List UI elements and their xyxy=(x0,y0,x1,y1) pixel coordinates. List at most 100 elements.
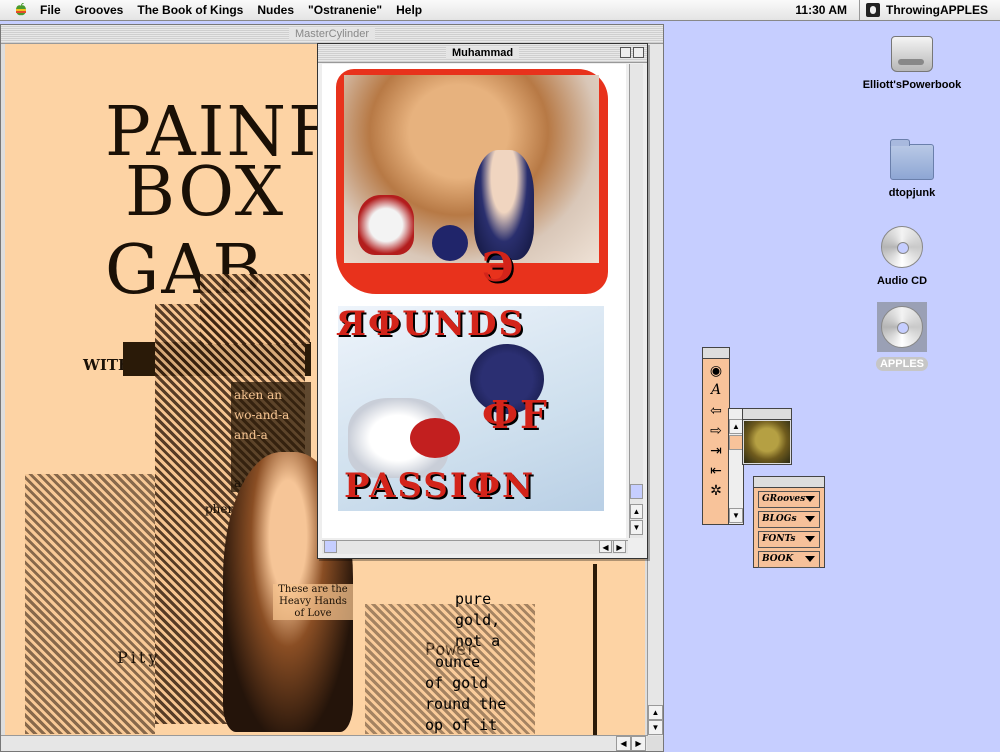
arrow-left-icon[interactable]: ⇦ xyxy=(706,401,726,419)
zoom-box-icon[interactable] xyxy=(620,47,631,58)
menu-book-of-kings[interactable]: The Book of Kings xyxy=(137,3,243,17)
folder-icon xyxy=(890,139,934,180)
scroll-thumb[interactable] xyxy=(630,484,643,499)
muhammad-horizontal-scrollbar[interactable]: ◀ ▶ xyxy=(322,540,628,554)
title-line-1: Э xyxy=(482,244,516,291)
text-tool-icon[interactable]: A xyxy=(706,381,726,399)
application-menu[interactable]: ThrowingAPPLES xyxy=(859,0,1000,20)
eye-icon[interactable]: ◉ xyxy=(706,361,726,379)
palette-scroll-down-icon[interactable]: ▼ xyxy=(729,508,743,523)
chevron-down-icon xyxy=(805,516,815,522)
muhammad-window-title: Muhammad xyxy=(445,47,520,59)
divider-line xyxy=(593,564,597,736)
poem-line-2: gold, xyxy=(455,611,501,629)
muhammad-vertical-scrollbar[interactable]: ▲ ▼ xyxy=(629,64,643,538)
h-scroll-thumb[interactable] xyxy=(324,540,337,553)
hard-drive-icon xyxy=(891,36,933,72)
icon-label: Audio CD xyxy=(876,275,928,287)
thumbnail-window xyxy=(742,408,792,465)
palette-scroll-up-icon[interactable]: ▲ xyxy=(729,419,743,434)
muhammad-scroll-up-icon[interactable]: ▲ xyxy=(630,504,643,519)
window-title-bar[interactable]: MasterCylinder xyxy=(1,25,663,44)
red-frame-panel xyxy=(336,69,608,294)
blogs-dropdown[interactable]: BLOGs xyxy=(758,511,820,528)
apple-menu-icon[interactable] xyxy=(14,3,28,17)
tool-palette: ◉ A ⇦ ⇨ ⇥ ⇤ ✲ xyxy=(702,347,730,525)
arrow-right-icon[interactable]: ⇨ xyxy=(706,421,726,439)
heavy-hands-caption: These are the Heavy Hands of Love xyxy=(273,584,353,620)
poem-line-5: of gold xyxy=(425,674,489,692)
ornament-top xyxy=(200,274,310,344)
desktop-icon-dtopjunk[interactable]: dtopjunk xyxy=(852,139,972,200)
muhammad-content: Э ЯФUNDS ФF PASSIФN xyxy=(322,64,626,538)
title-line-3: ФF xyxy=(482,392,550,437)
title-line-4: PASSIФN xyxy=(344,466,536,506)
fragment-1: aken an xyxy=(234,388,282,402)
red-glove xyxy=(358,195,414,255)
creature-face-image xyxy=(744,421,790,463)
cd-icon xyxy=(881,306,923,348)
ornament-left xyxy=(25,474,155,734)
book-dropdown-label: BOOK xyxy=(762,554,794,564)
palette-scroll-thumb[interactable] xyxy=(729,435,743,450)
fragment-2: wo-and-a xyxy=(234,408,290,422)
star-icon[interactable]: ✲ xyxy=(706,481,726,499)
chevron-down-icon xyxy=(805,496,815,502)
chevron-down-icon xyxy=(805,556,815,562)
scroll-right-arrow-icon[interactable]: ▶ xyxy=(631,736,646,751)
palette-title-bar[interactable] xyxy=(703,348,729,359)
fragment-3: and-a xyxy=(234,428,268,442)
collapse-box-icon[interactable] xyxy=(633,47,644,58)
arrow-right-end-icon[interactable]: ⇥ xyxy=(706,441,726,459)
word-pity: Pity xyxy=(117,648,161,667)
app-icon xyxy=(866,3,880,17)
dropdown-palette-title-bar[interactable] xyxy=(754,477,824,488)
scroll-up-arrow-icon[interactable]: ▲ xyxy=(648,705,663,720)
headline-line-2: BOX xyxy=(125,153,286,232)
active-app-name: ThrowingAPPLES xyxy=(886,3,988,17)
main-vertical-scrollbar[interactable]: ▲ ▼ xyxy=(647,44,663,736)
red-glove-small xyxy=(410,418,460,458)
window-title: MasterCylinder xyxy=(289,28,375,40)
poem-line-4: ounce xyxy=(435,653,481,671)
icon-label: dtopjunk xyxy=(888,187,936,199)
desktop-icon-powerbook[interactable]: Elliott'sPowerbook xyxy=(852,36,972,92)
muhammad-window: Muhammad Э ЯФUNDS ФF PASSIФN ▲ ▼ ◀ ▶ xyxy=(317,43,648,559)
scroll-down-arrow-icon[interactable]: ▼ xyxy=(648,720,663,735)
desktop-icon-apples[interactable]: APPLES xyxy=(842,302,962,371)
selection-highlight xyxy=(877,302,927,352)
scroll-left-arrow-icon[interactable]: ◀ xyxy=(616,736,631,751)
fonts-dropdown[interactable]: FONTs xyxy=(758,531,820,548)
poem-line-7: op of it xyxy=(425,716,498,734)
title-line-2: ЯФUNDS xyxy=(336,304,526,344)
poem-line-6: round the xyxy=(425,695,507,713)
menu-grooves[interactable]: Grooves xyxy=(75,3,124,17)
chevron-down-icon xyxy=(805,536,815,542)
grooves-dropdown-label: GRooves xyxy=(762,494,806,504)
main-horizontal-scrollbar[interactable]: ◀ ▶ xyxy=(1,735,647,751)
blue-glove xyxy=(432,225,468,261)
muhammad-scroll-left-icon[interactable]: ◀ xyxy=(599,540,612,553)
blogs-dropdown-label: BLOGs xyxy=(762,514,797,524)
arrow-left-end-icon[interactable]: ⇤ xyxy=(706,461,726,479)
dropdown-palette: GRooves BLOGs FONTs BOOK xyxy=(753,476,825,568)
thumbnail-title-bar[interactable] xyxy=(743,409,791,420)
poem-line-1: pure xyxy=(455,590,492,608)
desktop-icon-audio-cd[interactable]: Audio CD xyxy=(842,226,962,288)
fonts-dropdown-label: FONTs xyxy=(762,534,796,544)
menu-file[interactable]: File xyxy=(40,3,61,17)
menu-ostranenie[interactable]: "Ostranenie" xyxy=(308,3,382,17)
menu-help[interactable]: Help xyxy=(396,3,422,17)
boxing-figures-photo xyxy=(344,75,599,263)
book-dropdown[interactable]: BOOK xyxy=(758,551,820,568)
muhammad-title-bar[interactable]: Muhammad xyxy=(318,44,647,63)
cd-icon xyxy=(881,226,923,268)
menu-clock[interactable]: 11:30 AM xyxy=(795,3,847,17)
icon-label: APPLES xyxy=(875,357,928,371)
grooves-dropdown[interactable]: GRooves xyxy=(758,491,820,508)
menu-nudes[interactable]: Nudes xyxy=(257,3,294,17)
menu-bar: File Grooves The Book of Kings Nudes "Os… xyxy=(0,0,1000,21)
muhammad-scroll-down-icon[interactable]: ▼ xyxy=(630,520,643,535)
poem-line-3: not a xyxy=(455,632,501,650)
muhammad-scroll-right-icon[interactable]: ▶ xyxy=(613,540,626,553)
